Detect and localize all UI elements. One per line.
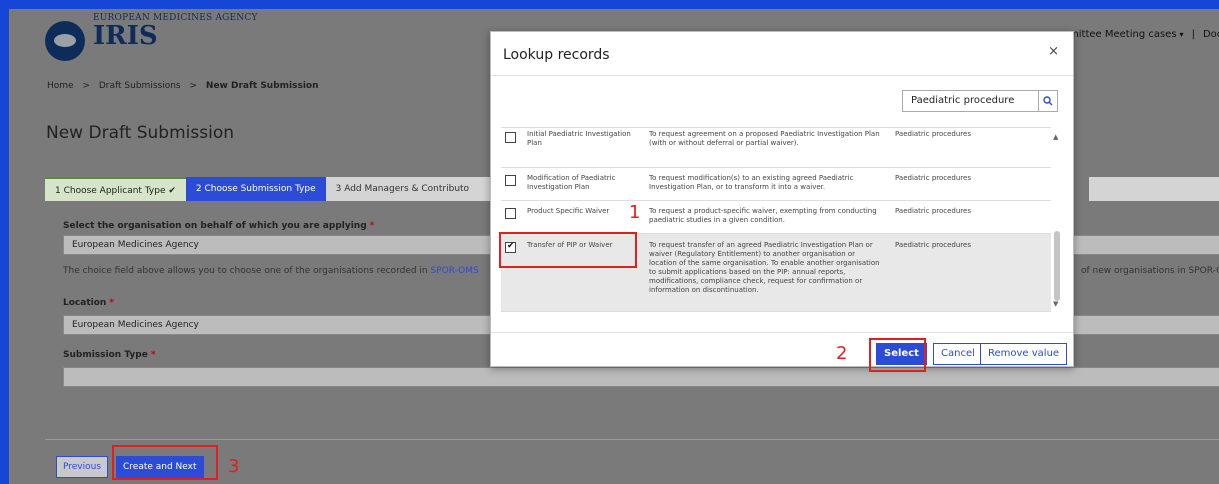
search-icon [1043, 96, 1053, 106]
ema-logo-icon [45, 21, 85, 61]
records-scrollbar[interactable]: ▲ ▼ [1051, 127, 1063, 312]
required-marker: * [369, 221, 375, 231]
nav-divider: | [1191, 29, 1195, 40]
wizard-steps-remainder [1089, 177, 1219, 201]
breadcrumb-draft-submissions[interactable]: Draft Submissions [99, 81, 181, 91]
row-checkbox[interactable] [505, 175, 516, 186]
page-background: EUROPEAN MEDICINES AGENCY IRIS mittee Me… [9, 9, 1219, 484]
nav-committee-meeting-cases[interactable]: mittee Meeting cases ▾ [1069, 29, 1184, 40]
record-name: Product Specific Waiver [527, 207, 610, 215]
record-type: Paediatric procedures [895, 174, 971, 182]
record-description: To request agreement on a proposed Paedi… [649, 130, 880, 147]
search-box: Paediatric procedure [902, 90, 1058, 112]
highlight-create-and-next [112, 445, 218, 480]
top-nav: mittee Meeting cases▾ | Doc [1069, 29, 1219, 40]
check-icon: ✔ [168, 186, 176, 196]
previous-button[interactable]: Previous [56, 456, 109, 478]
footer-divider [45, 439, 1219, 440]
lookup-records-dialog: Lookup records × Paediatric procedure In… [490, 31, 1074, 372]
highlight-transfer-row [499, 232, 637, 268]
list-item[interactable]: Modification of Paediatric Investigation… [501, 168, 1051, 201]
nav-doc[interactable]: Doc [1203, 29, 1219, 40]
scroll-up-icon[interactable]: ▲ [1053, 133, 1058, 141]
location-label: Location * [63, 298, 115, 308]
app-frame: EUROPEAN MEDICINES AGENCY IRIS mittee Me… [9, 9, 1219, 484]
step-choose-submission-type[interactable]: 2 Choose Submission Type [185, 177, 326, 201]
breadcrumb: Home > Draft Submissions > New Draft Sub… [47, 81, 319, 91]
dialog-header: Lookup records × [491, 32, 1073, 76]
record-name: Modification of Paediatric Investigation… [527, 174, 616, 191]
list-item[interactable]: Initial Paediatric Investigation Plan To… [501, 128, 1051, 168]
record-type: Paediatric procedures [895, 241, 971, 249]
record-description: To request modification(s) to an existin… [649, 174, 854, 191]
app-name: IRIS [93, 21, 158, 51]
dialog-footer-divider [491, 332, 1073, 333]
step-choose-applicant-type[interactable]: 1 Choose Applicant Type ✔ [45, 177, 186, 201]
scroll-down-icon[interactable]: ▼ [1053, 300, 1058, 308]
step-1-label: 1 Choose Applicant Type [55, 186, 166, 196]
organisation-help-text-continued: of new organisations in SPOR-O [1081, 266, 1219, 276]
highlight-select-button [869, 338, 926, 372]
spor-oms-link[interactable]: SPOR-OMS [431, 266, 479, 276]
breadcrumb-separator: > [189, 81, 198, 91]
organisation-help-text: The choice field above allows you to cho… [63, 266, 479, 276]
breadcrumb-current: New Draft Submission [205, 81, 319, 91]
row-checkbox[interactable] [505, 132, 516, 143]
annotation-2: 2 [836, 343, 848, 364]
search-button[interactable] [1038, 90, 1058, 112]
record-type: Paediatric procedures [895, 207, 971, 215]
record-type: Paediatric procedures [895, 130, 971, 138]
required-marker: * [109, 298, 115, 308]
remove-value-button[interactable]: Remove value [980, 343, 1068, 365]
list-item[interactable]: Product Specific Waiver To request a pro… [501, 201, 1051, 234]
row-checkbox[interactable] [505, 208, 516, 219]
page-title: New Draft Submission [46, 123, 234, 143]
record-description: To request a product-specific waiver, ex… [649, 207, 877, 224]
records-list: Initial Paediatric Investigation Plan To… [501, 127, 1051, 312]
dialog-title: Lookup records [503, 47, 610, 63]
cancel-button[interactable]: Cancel [933, 343, 983, 365]
submission-type-field[interactable] [63, 367, 1219, 387]
scrollbar-thumb[interactable] [1054, 231, 1060, 301]
close-icon[interactable]: × [1048, 44, 1059, 59]
annotation-1: 1 [629, 202, 641, 223]
organisation-label: Select the organisation on behalf of whi… [63, 221, 375, 231]
breadcrumb-home[interactable]: Home [47, 81, 74, 91]
record-description: To request transfer of an agreed Paediat… [649, 241, 880, 294]
search-input[interactable]: Paediatric procedure [902, 90, 1038, 112]
record-name: Initial Paediatric Investigation Plan [527, 130, 631, 147]
annotation-3: 3 [228, 456, 240, 477]
logo[interactable]: EUROPEAN MEDICINES AGENCY IRIS [45, 13, 258, 61]
required-marker: * [150, 350, 156, 360]
chevron-down-icon: ▾ [1179, 30, 1184, 39]
submission-type-label: Submission Type * [63, 350, 156, 360]
breadcrumb-separator: > [82, 81, 90, 91]
